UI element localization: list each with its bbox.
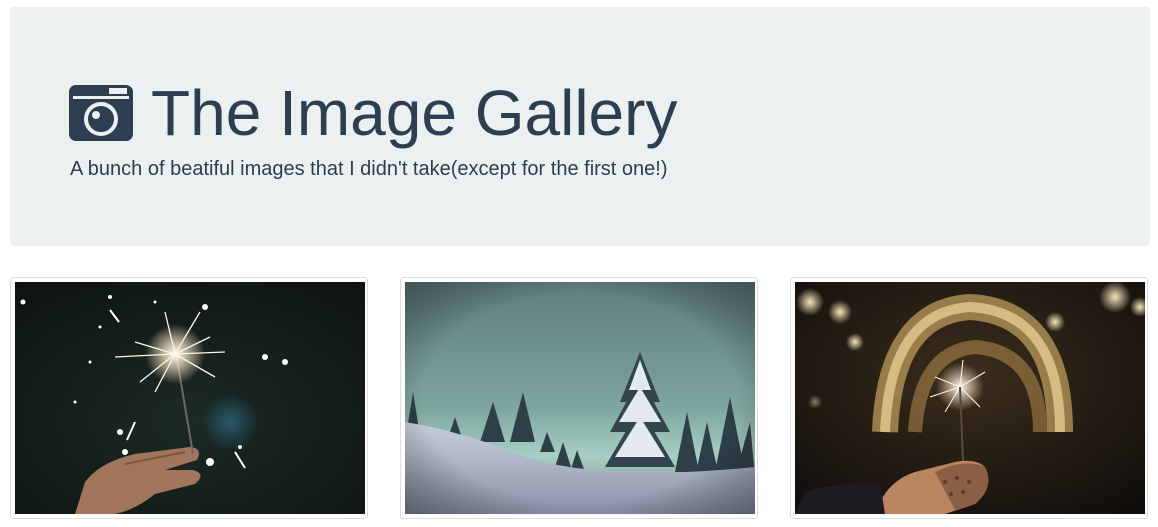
gallery-thumbnail-lights-arch[interactable]: [790, 277, 1148, 519]
page-subtitle: A bunch of beatiful images that I didn't…: [70, 158, 668, 180]
snowy-trees-image: [405, 282, 755, 514]
page-title-text: The Image Gallery: [151, 77, 678, 149]
gallery-thumbnail-sparkler[interactable]: [10, 277, 368, 519]
lights-arch-image: [795, 282, 1145, 514]
camera-icon: [69, 85, 133, 141]
page-title: The Image Gallery: [69, 75, 677, 151]
sparkler-hand-image: [15, 282, 365, 514]
jumbotron-header: The Image Gallery A bunch of beatiful im…: [10, 7, 1150, 246]
gallery-thumbnail-snowy-trees[interactable]: [400, 277, 758, 519]
